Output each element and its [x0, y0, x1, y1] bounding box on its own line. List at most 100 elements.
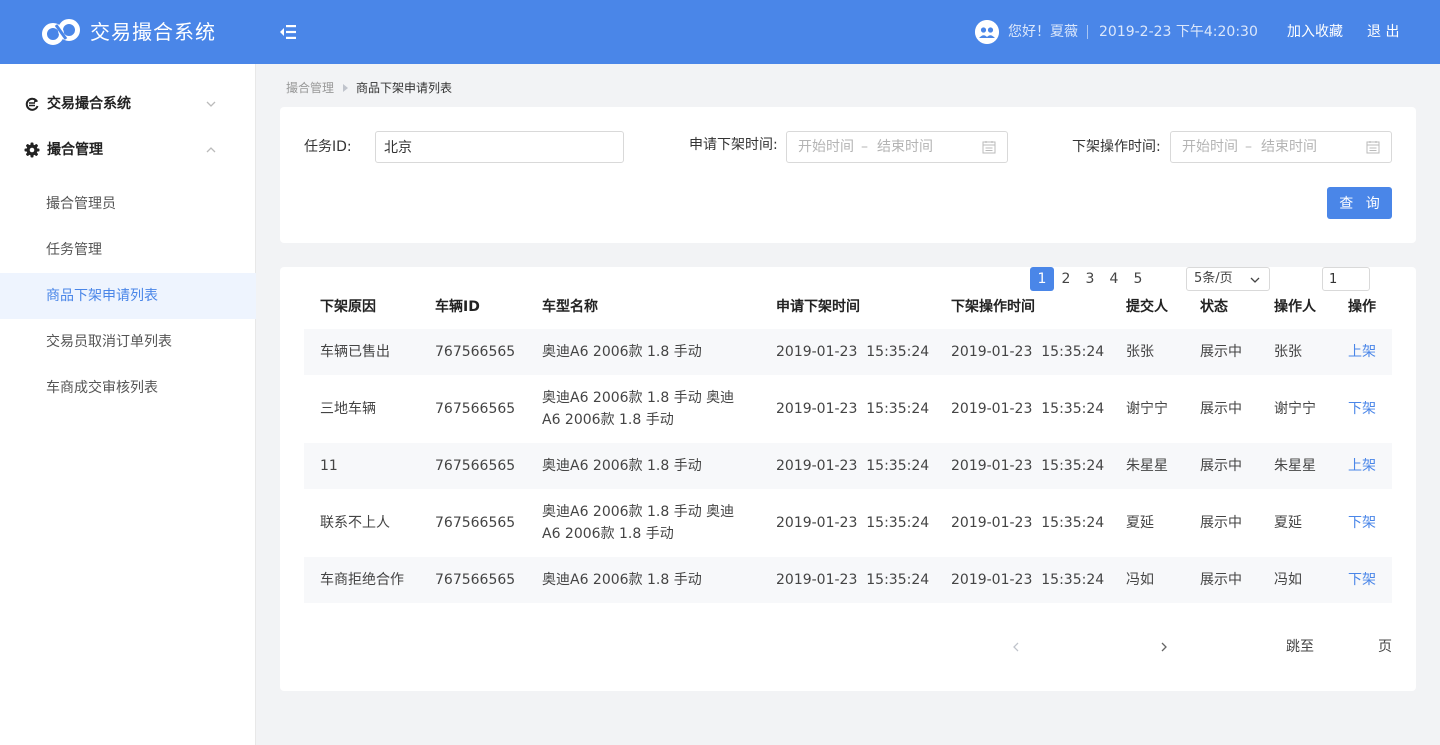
page-1-button[interactable]: 1	[1030, 267, 1054, 291]
column-header: 车辆ID	[435, 299, 480, 315]
cell-submitter: 谢宁宁	[1126, 401, 1168, 417]
cell-reason: 三地车辆	[320, 401, 376, 417]
column-header: 操作人	[1274, 299, 1316, 315]
cell-operator: 夏延	[1274, 515, 1302, 531]
table-row: 联系不上人 767566565 奥迪A6 2006款 1.8 手动 奥迪 A6 …	[304, 489, 1392, 557]
sidebar-item-delist-requests[interactable]: 商品下架申请列表	[0, 273, 256, 319]
cell-model-line2: A6 2006款 1.8 手动	[542, 526, 674, 542]
cell-model: 奥迪A6 2006款 1.8 手动 奥迪	[542, 390, 735, 406]
task-id-label: 任务ID:	[304, 139, 352, 155]
page-2-button[interactable]: 2	[1054, 267, 1078, 291]
column-header: 申请下架时间	[776, 299, 860, 315]
table-row: 三地车辆 767566565 奥迪A6 2006款 1.8 手动 奥迪 A6 2…	[304, 375, 1392, 443]
column-header: 下架原因	[320, 299, 376, 315]
cell-vehicle-id: 767566565	[435, 344, 516, 360]
table-row: 11 767566565 奥迪A6 2006款 1.8 手动 2019-01-2…	[304, 443, 1392, 489]
sidebar-group-trade-system[interactable]: 交易撮合系统	[0, 81, 256, 127]
sidebar-group-label: 撮合管理	[47, 142, 103, 158]
page-size-select[interactable]: 5条/页	[1186, 267, 1270, 291]
cell-status: 展示中	[1200, 515, 1242, 531]
op-time-range-picker[interactable]: 开始时间 – 结束时间	[1170, 131, 1392, 163]
cell-vehicle-id: 767566565	[435, 401, 516, 417]
cell-apply-time: 2019-01-23 15:35:24	[776, 401, 930, 417]
task-id-input[interactable]	[375, 131, 624, 163]
column-header: 状态	[1200, 299, 1228, 315]
menu-collapse-icon[interactable]	[278, 22, 298, 42]
top-header: 交易撮合系统 您好！夏薇 2019-2-23 下午4:20:30 加入收藏 退 …	[0, 0, 1440, 64]
chevron-down-icon	[1250, 277, 1260, 283]
cell-operator: 朱星星	[1274, 458, 1316, 474]
results-table: 下架原因 车辆ID 车型名称 申请下架时间 下架操作时间 提交人 状态 操作人 …	[280, 267, 1416, 691]
cell-op-time: 2019-01-23 15:35:24	[951, 572, 1105, 588]
sidebar-item-cancel-orders[interactable]: 交易员取消订单列表	[0, 319, 256, 365]
cell-op-time: 2019-01-23 15:35:24	[951, 401, 1105, 417]
page-3-button[interactable]: 3	[1078, 267, 1102, 291]
op-time-label: 下架操作时间:	[1072, 139, 1161, 155]
sidebar: 交易撮合系统 撮合管理 撮合管理员 任务管理 商品下架申请列表 交易员取消订单列	[0, 64, 256, 745]
cell-reason: 车辆已售出	[320, 344, 390, 360]
sidebar-item-match-admin[interactable]: 撮合管理员	[0, 181, 256, 227]
sidebar-item-deal-review[interactable]: 车商成交审核列表	[0, 365, 256, 411]
prev-page-icon[interactable]	[1010, 641, 1022, 653]
breadcrumb-parent[interactable]: 撮合管理	[286, 81, 334, 95]
next-page-icon[interactable]	[1158, 641, 1170, 653]
cell-submitter: 张张	[1126, 344, 1154, 360]
cell-reason: 11	[320, 458, 338, 474]
column-header: 车型名称	[542, 299, 598, 315]
logout-link[interactable]: 退 出	[1367, 22, 1399, 42]
sidebar-item-label: 任务管理	[46, 242, 102, 258]
cell-model: 奥迪A6 2006款 1.8 手动	[542, 572, 702, 588]
add-favorite-link[interactable]: 加入收藏	[1287, 22, 1343, 42]
range-separator: –	[1245, 139, 1252, 155]
refresh-icon	[25, 97, 39, 111]
sidebar-item-label: 交易员取消订单列表	[46, 334, 172, 350]
list-action-link[interactable]: 上架	[1348, 341, 1376, 363]
cell-apply-time: 2019-01-23 15:35:24	[776, 458, 930, 474]
sidebar-item-label: 撮合管理员	[46, 196, 116, 212]
cell-op-time: 2019-01-23 15:35:24	[951, 458, 1105, 474]
cell-reason: 车商拒绝合作	[320, 572, 404, 588]
breadcrumb-arrow-icon	[343, 84, 349, 92]
cell-apply-time: 2019-01-23 15:35:24	[776, 515, 930, 531]
cell-vehicle-id: 767566565	[435, 515, 516, 531]
query-button[interactable]: 查 询	[1327, 187, 1392, 219]
cell-operator: 冯如	[1274, 572, 1302, 588]
sidebar-item-task-management[interactable]: 任务管理	[0, 227, 256, 273]
user-greeting: 您好！夏薇	[1008, 24, 1078, 40]
page-suffix-label: 页	[1378, 639, 1392, 655]
app-title: 交易撮合系统	[90, 20, 216, 44]
cell-operator: 张张	[1274, 344, 1302, 360]
cell-vehicle-id: 767566565	[435, 458, 516, 474]
end-time-placeholder: 结束时间	[877, 139, 933, 155]
cell-status: 展示中	[1200, 344, 1242, 360]
filter-panel: 任务ID: 申请下架时间: 开始时间 – 结束时间 下架操作时间: 开始时间 –…	[280, 107, 1416, 243]
page-4-button[interactable]: 4	[1102, 267, 1126, 291]
sidebar-group-match-management[interactable]: 撮合管理	[0, 127, 256, 173]
column-header: 操作	[1348, 299, 1376, 315]
end-time-placeholder: 结束时间	[1261, 139, 1317, 155]
list-action-link[interactable]: 上架	[1348, 455, 1376, 477]
delist-action-link[interactable]: 下架	[1348, 398, 1376, 420]
cell-model-line2: A6 2006款 1.8 手动	[542, 412, 674, 428]
cell-submitter: 朱星星	[1126, 458, 1168, 474]
jump-to-label: 跳至	[1286, 639, 1314, 655]
cell-vehicle-id: 767566565	[435, 572, 516, 588]
cell-model: 奥迪A6 2006款 1.8 手动	[542, 458, 702, 474]
page-size-value: 5条/页	[1194, 271, 1233, 286]
apply-time-label: 申请下架时间:	[689, 137, 778, 153]
cell-model: 奥迪A6 2006款 1.8 手动 奥迪	[542, 504, 735, 520]
delist-action-link[interactable]: 下架	[1348, 569, 1376, 591]
apply-time-range-picker[interactable]: 开始时间 – 结束时间	[786, 131, 1008, 163]
user-avatar-icon	[975, 20, 999, 44]
delist-action-link[interactable]: 下架	[1348, 512, 1376, 534]
cell-model: 奥迪A6 2006款 1.8 手动	[542, 344, 702, 360]
sidebar-group-label: 交易撮合系统	[47, 96, 131, 112]
table-header: 下架原因 车辆ID 车型名称 申请下架时间 下架操作时间 提交人 状态 操作人 …	[304, 285, 1392, 329]
cell-op-time: 2019-01-23 15:35:24	[951, 515, 1105, 531]
start-time-placeholder: 开始时间	[798, 139, 854, 155]
column-header: 下架操作时间	[951, 299, 1035, 315]
breadcrumb: 撮合管理 商品下架申请列表	[286, 79, 452, 97]
page-5-button[interactable]: 5	[1126, 267, 1150, 291]
jump-page-input[interactable]	[1322, 267, 1370, 291]
calendar-icon	[982, 141, 996, 154]
